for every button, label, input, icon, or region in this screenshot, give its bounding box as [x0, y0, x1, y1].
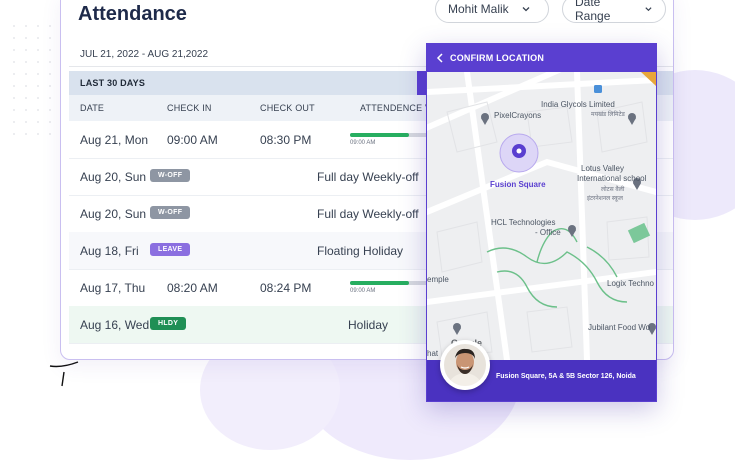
column-header-check-in: CHECK IN [167, 103, 212, 113]
row-note: Full day Weekly-off [317, 207, 419, 221]
status-badge: LEAVE [150, 243, 191, 256]
phone-header-title: CONFIRM LOCATION [450, 53, 545, 63]
row-note: Full day Weekly-off [317, 170, 419, 184]
map-label-fusion-square: Fusion Square [490, 180, 546, 189]
map-label-lotus-hindi-2: इंटरनेशनल स्कूल [587, 196, 623, 202]
map-label-logix: Logix Techno [607, 279, 654, 288]
chevron-down-icon [645, 7, 652, 12]
column-header-date: DATE [80, 103, 105, 113]
map-label-temple: emple [427, 275, 449, 284]
row-date: Aug 20, Sun [80, 170, 147, 184]
row-date: Aug 21, Mon [80, 133, 149, 147]
column-header-attendance: ATTENDENCE V [360, 103, 432, 113]
status-badge: W-OFF [150, 169, 191, 182]
avatar [440, 340, 490, 390]
map-view[interactable]: PixelCrayons India Glycols Limited मयखंड… [427, 59, 656, 363]
employee-select[interactable]: Mohit Malik [435, 0, 549, 23]
row-date: Aug 18, Fri [80, 244, 139, 258]
map-label-jubilant: Jubilant Food Wo [588, 323, 651, 332]
row-check-in: 08:20 AM [167, 281, 218, 295]
progress-time-label: 09:00 AM [350, 288, 376, 294]
row-note: Floating Holiday [317, 244, 404, 258]
map-label-india-glycols: India Glycols Limited [541, 100, 615, 109]
employee-select-label: Mohit Malik [448, 2, 509, 16]
chevron-down-icon [522, 7, 530, 12]
map-label-lotus-valley: Lotus Valley [581, 164, 624, 173]
map-label-india-glycols-hindi: मयखंड लिमिटेड [591, 112, 625, 118]
row-note: Holiday [348, 318, 389, 332]
sparkle-decoration-icon [49, 361, 79, 387]
back-arrow-icon[interactable] [436, 53, 444, 63]
date-range-text: JUL 21, 2022 - AUG 21,2022 [80, 49, 209, 60]
row-check-out: 08:24 PM [260, 281, 312, 295]
map-label-bottom-left: hat [427, 349, 439, 358]
status-badge: W-OFF [150, 206, 191, 219]
selected-address: Fusion Square, 5A & 5B Sector 126, Noida [496, 373, 636, 380]
section-label: LAST 30 DAYS [80, 78, 146, 88]
map-label-pixelcrayons: PixelCrayons [494, 111, 542, 120]
page-title: Attendance [78, 3, 187, 25]
date-range-label: Date Range [575, 0, 611, 23]
attendance-progress-fill [350, 133, 409, 137]
user-photo-icon [442, 342, 488, 388]
row-date: Aug 17, Thu [80, 281, 146, 295]
map-label-hcl-office: - Office [535, 228, 561, 237]
row-check-out: 08:30 PM [260, 133, 312, 147]
status-badge: HLDY [150, 317, 187, 330]
map-label-lotus-school: International school [577, 174, 647, 183]
row-date: Aug 20, Sun [80, 207, 147, 221]
progress-time-label: 09:00 AM [350, 140, 376, 146]
map-label-hcl: HCL Technologies [491, 218, 556, 227]
row-check-in: 09:00 AM [167, 133, 218, 147]
map-label-lotus-hindi: लोटस वैली [601, 187, 625, 193]
date-range-select[interactable]: Date Range [562, 0, 666, 23]
column-header-check-out: CHECK OUT [260, 103, 315, 113]
phone-header: CONFIRM LOCATION [427, 44, 656, 72]
attendance-progress-fill [350, 281, 409, 285]
row-date: Aug 16, Wed [80, 318, 150, 332]
